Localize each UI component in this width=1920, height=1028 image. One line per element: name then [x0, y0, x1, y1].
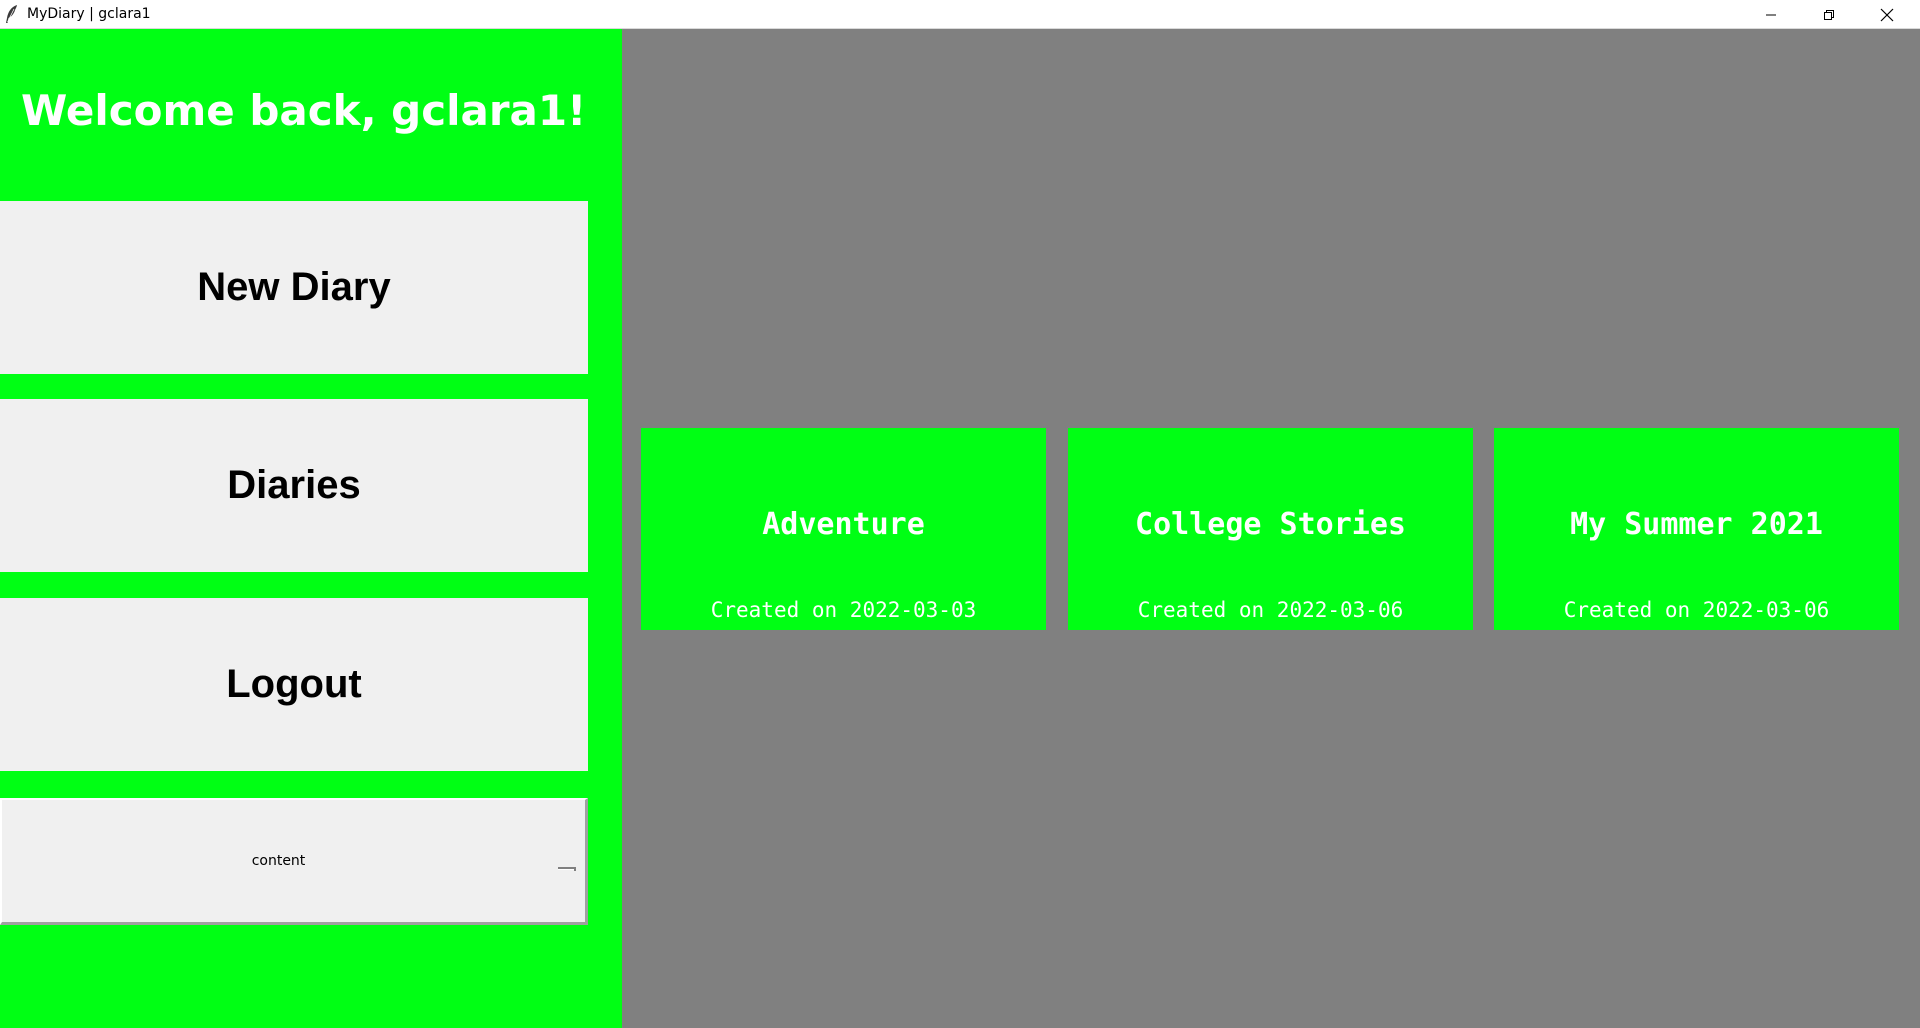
minimize-icon: [1765, 9, 1777, 21]
diary-card[interactable]: Adventure Created on 2022-03-03: [641, 428, 1046, 630]
new-diary-button[interactable]: New Diary: [0, 201, 588, 374]
restore-button[interactable]: [1800, 0, 1858, 29]
diary-list-panel: Adventure Created on 2022-03-03 College …: [622, 29, 1920, 1028]
diary-created-date: Created on 2022-03-06: [1563, 598, 1830, 622]
option-menu-indicator-icon: [558, 859, 576, 871]
diaries-button[interactable]: Diaries: [0, 399, 588, 572]
diary-title: My Summer 2021: [1570, 507, 1823, 542]
restore-icon: [1823, 9, 1835, 21]
feather-icon: [4, 4, 20, 24]
window-title: MyDiary | gclara1: [27, 6, 151, 22]
close-icon: [1880, 8, 1894, 22]
diary-title: College Stories: [1135, 507, 1406, 542]
diary-card[interactable]: My Summer 2021 Created on 2022-03-06: [1494, 428, 1899, 630]
sidebar: Welcome back, gclara1! New Diary Diaries…: [0, 29, 622, 1028]
logout-button[interactable]: Logout: [0, 598, 588, 771]
diary-title: Adventure: [762, 507, 925, 542]
close-button[interactable]: [1858, 0, 1916, 29]
window-titlebar: MyDiary | gclara1: [0, 0, 1920, 29]
diary-created-date: Created on 2022-03-03: [710, 598, 977, 622]
minimize-button[interactable]: [1742, 0, 1800, 29]
diary-card[interactable]: College Stories Created on 2022-03-06: [1068, 428, 1473, 630]
diary-created-date: Created on 2022-03-06: [1137, 598, 1404, 622]
welcome-heading: Welcome back, gclara1!: [21, 86, 587, 135]
content-option-menu[interactable]: content: [0, 798, 588, 925]
option-menu-value: content: [251, 853, 306, 869]
